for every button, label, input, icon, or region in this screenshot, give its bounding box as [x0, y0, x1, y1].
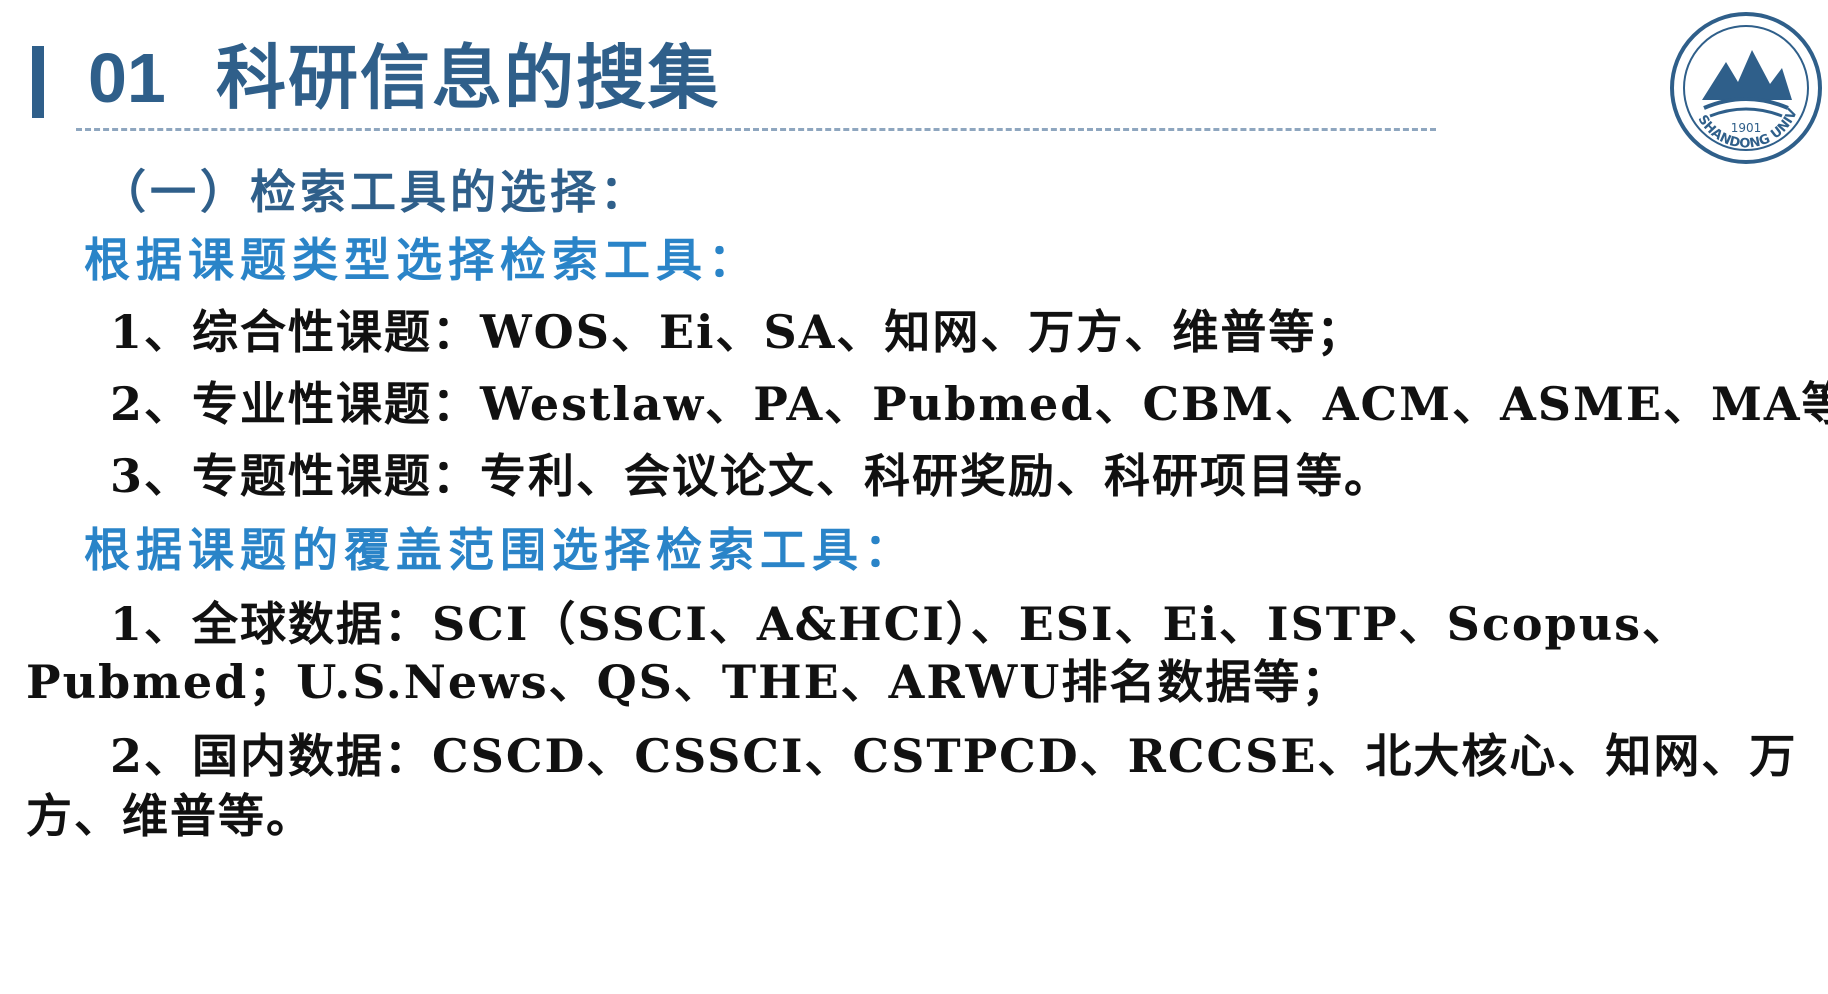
title-divider	[76, 128, 1436, 131]
list-item-professional: 2、专业性课题：Westlaw、PA、Pubmed、CBM、ACM、ASME、M…	[110, 377, 1828, 431]
section-number: 01	[88, 39, 166, 117]
list-item-domestic-data-line2: 方、维普等。	[26, 789, 314, 843]
list-item-global-data-line2: Pubmed；U.S.News、QS、THE、ARWU排名数据等；	[26, 655, 1350, 709]
heading-topic-type: 根据课题类型选择检索工具：	[84, 233, 760, 287]
list-item-global-data-line1: 1、全球数据：SCI（SSCI、A&HCI）、ESI、Ei、ISTP、Scopu…	[110, 597, 1691, 651]
heading-coverage-scope: 根据课题的覆盖范围选择检索工具：	[84, 523, 916, 577]
shandong-university-logo: 1901 SHANDONG UNIVERSITY	[1660, 0, 1826, 168]
title-accent-bar	[32, 46, 44, 118]
university-seal-icon: 1901 SHANDONG UNIVERSITY	[1660, 0, 1822, 164]
list-item-comprehensive: 1、综合性课题：WOS、Ei、SA、知网、万方、维普等；	[110, 305, 1365, 359]
section-title: 科研信息的搜集	[216, 37, 720, 119]
list-item-special-topic: 3、专题性课题：专利、会议论文、科研奖励、科研项目等。	[110, 449, 1393, 503]
svg-text:1901: 1901	[1731, 121, 1762, 135]
list-item-domestic-data-line1: 2、国内数据：CSCD、CSSCI、CSTPCD、RCCSE、北大核心、知网、万	[110, 729, 1798, 783]
subheading-tool-selection: （一）检索工具的选择：	[100, 165, 650, 219]
